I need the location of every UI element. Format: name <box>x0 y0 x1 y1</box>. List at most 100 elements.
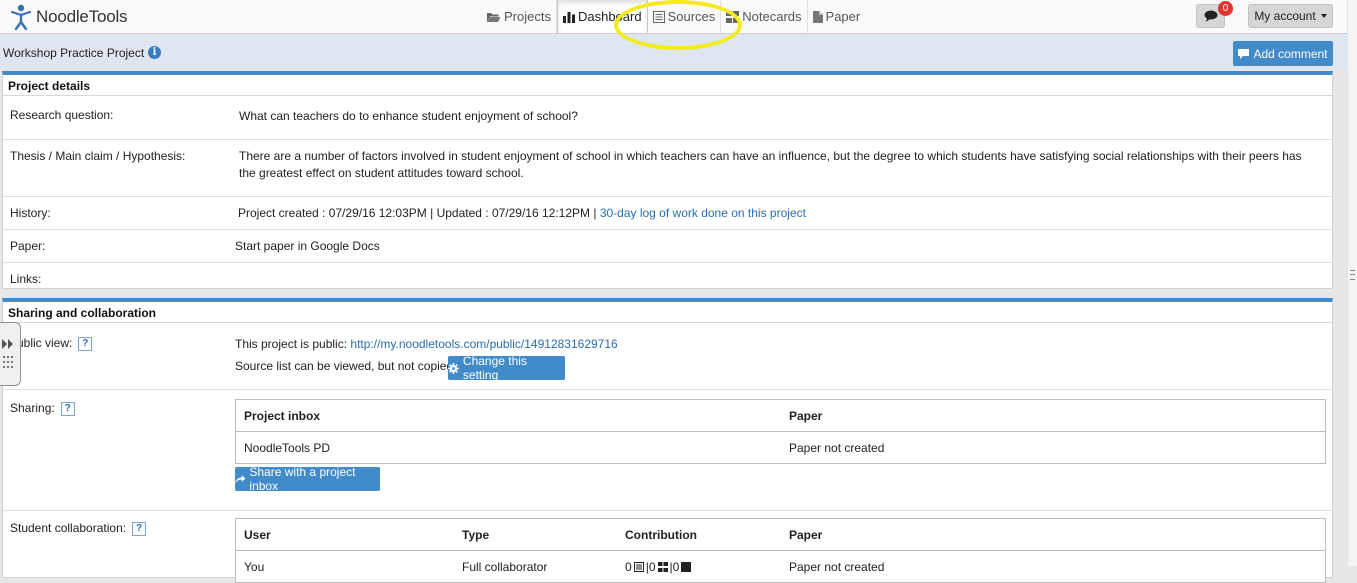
history-label: History: <box>10 206 51 220</box>
sharing-label-wrap: Sharing:? <box>10 401 75 416</box>
paper-status: Paper not created <box>789 560 885 574</box>
change-setting-label: Change this setting <box>462 354 527 382</box>
top-navbar: NoodleTools Projects Dashboard Sources N… <box>0 0 1347 34</box>
noodletools-figure-icon <box>10 4 32 30</box>
sharing-label: Sharing: <box>10 401 55 415</box>
grid-dots-icon <box>3 356 13 368</box>
public-view-row: Public view:? This project is public: ht… <box>3 323 1332 390</box>
public-url-link[interactable]: http://my.noodletools.com/public/1491283… <box>350 337 617 351</box>
nav-projects-label: Projects <box>504 9 551 24</box>
nav-sources[interactable]: Sources <box>648 0 722 33</box>
thesis-label: Thesis / Main claim / Hypothesis: <box>10 149 186 163</box>
logo-text: NoodleTools <box>36 7 128 26</box>
inbox-name: NoodleTools PD <box>244 441 331 455</box>
info-icon[interactable]: i <box>148 46 161 59</box>
paper-status: Paper not created <box>789 441 885 455</box>
paper-row: Paper: Start paper in Google Docs <box>3 230 1332 263</box>
research-question-row: Research question: What can teachers do … <box>3 96 1332 140</box>
source-list-note: Source list can be viewed, but not copie… <box>235 359 454 373</box>
caret-down-icon <box>1320 14 1327 18</box>
document-icon <box>812 10 823 23</box>
notecards-icon <box>726 10 740 23</box>
column-header: Contribution <box>625 528 697 542</box>
nav-notecards[interactable]: Notecards <box>721 0 808 33</box>
links-label: Links: <box>10 272 42 286</box>
user-name: You <box>244 560 265 574</box>
nav-dashboard-label: Dashboard <box>577 9 642 24</box>
sharing-panel: Sharing and collaboration Public view:? … <box>2 298 1333 583</box>
sources-count: 0 <box>625 560 632 574</box>
history-value: Project created : 07/29/16 12:03PM | Upd… <box>238 205 1312 222</box>
column-header: Type <box>462 528 490 542</box>
paper-label: Paper: <box>10 239 46 253</box>
expand-arrows-icon <box>2 339 13 349</box>
thesis-value[interactable]: There are a number of factors involved i… <box>239 148 1312 182</box>
sharing-row: Sharing:? Project inbox Paper NoodleTool… <box>3 390 1332 511</box>
table-row: NoodleTools PD Paper not created <box>236 432 1325 463</box>
nav-sources-label: Sources <box>667 9 716 24</box>
collab-label-wrap: Student collaboration:? <box>10 521 147 536</box>
outline-icon <box>681 562 692 572</box>
nav-projects[interactable]: Projects <box>481 0 557 33</box>
speech-bubble-icon <box>1204 10 1217 22</box>
help-icon[interactable]: ? <box>60 401 75 416</box>
scrollbar-grip[interactable] <box>1350 270 1355 280</box>
project-details-heading: Project details <box>3 75 1332 96</box>
help-icon[interactable]: ? <box>132 521 147 536</box>
public-view-value: This project is public: http://my.noodle… <box>235 336 1312 353</box>
thesis-row: Thesis / Main claim / Hypothesis: There … <box>3 140 1332 197</box>
nav-dashboard[interactable]: Dashboard <box>556 0 648 33</box>
nav-paper[interactable]: Paper <box>808 0 866 33</box>
folder-open-icon <box>487 12 501 22</box>
column-header: Project inbox <box>244 409 321 423</box>
project-inbox-table: Project inbox Paper NoodleTools PD Paper… <box>235 399 1326 464</box>
history-text: Project created : 07/29/16 12:03PM | Upd… <box>238 206 600 220</box>
bar-chart-icon <box>562 11 575 23</box>
main-nav: Projects Dashboard Sources Notecards Pap… <box>481 0 865 33</box>
contribution-counts: 0 | 0 | 0 <box>625 560 693 574</box>
links-row: Links: <box>3 263 1332 293</box>
table-header-row: User Type Contribution Paper <box>236 519 1325 551</box>
comment-icon <box>1238 48 1250 59</box>
collaboration-table: User Type Contribution Paper You Full co… <box>235 518 1326 583</box>
side-panel-toggle[interactable] <box>0 322 21 386</box>
change-setting-button[interactable]: Change this setting <box>448 354 565 382</box>
project-details-panel: Project details Research question: What … <box>2 71 1333 289</box>
noodletools-logo[interactable]: NoodleTools <box>10 3 128 31</box>
gear-icon <box>448 362 459 374</box>
start-paper-link[interactable]: Start paper in Google Docs <box>235 238 380 255</box>
my-account-label: My account <box>1254 9 1316 23</box>
list-icon <box>652 10 665 23</box>
share-with-inbox-button[interactable]: Share with a project inbox <box>235 465 380 493</box>
notecards-icon <box>657 562 668 572</box>
page-scrollbar[interactable] <box>1347 0 1357 566</box>
collab-label: Student collaboration: <box>10 521 127 535</box>
public-view-label-wrap: Public view:? <box>9 336 93 351</box>
work-log-link[interactable]: 30-day log of work done on this project <box>600 206 806 220</box>
public-text: This project is public: <box>235 337 351 351</box>
column-header: User <box>244 528 271 542</box>
column-header: Paper <box>789 528 823 542</box>
share-with-inbox-label: Share with a project inbox <box>249 465 356 493</box>
research-question-label: Research question: <box>10 108 114 122</box>
history-row: History: Project created : 07/29/16 12:0… <box>3 197 1332 230</box>
list-icon <box>633 562 644 572</box>
messages-count-badge: 0 <box>1218 1 1233 16</box>
add-comment-button[interactable]: Add comment <box>1233 41 1333 66</box>
project-title: Workshop Practice Project <box>3 46 145 60</box>
outline-count: 0 <box>672 560 680 574</box>
research-question-value[interactable]: What can teachers do to enhance student … <box>239 108 1312 125</box>
my-account-button[interactable]: My account <box>1248 4 1333 28</box>
table-header-row: Project inbox Paper <box>236 400 1325 432</box>
share-arrow-icon <box>235 475 246 484</box>
nav-paper-label: Paper <box>825 9 861 24</box>
table-row: You Full collaborator 0 | 0 | 0 Paper no… <box>236 551 1325 582</box>
help-icon[interactable]: ? <box>78 336 93 351</box>
project-header: Workshop Practice Project i <box>0 34 1347 70</box>
student-collaboration-row: Student collaboration:? User Type Contri… <box>3 511 1332 583</box>
sharing-heading: Sharing and collaboration <box>3 302 1332 323</box>
add-comment-label: Add comment <box>1253 46 1328 61</box>
nav-notecards-label: Notecards <box>742 9 802 24</box>
column-header: Paper <box>789 409 823 423</box>
collaborator-type: Full collaborator <box>462 560 548 574</box>
